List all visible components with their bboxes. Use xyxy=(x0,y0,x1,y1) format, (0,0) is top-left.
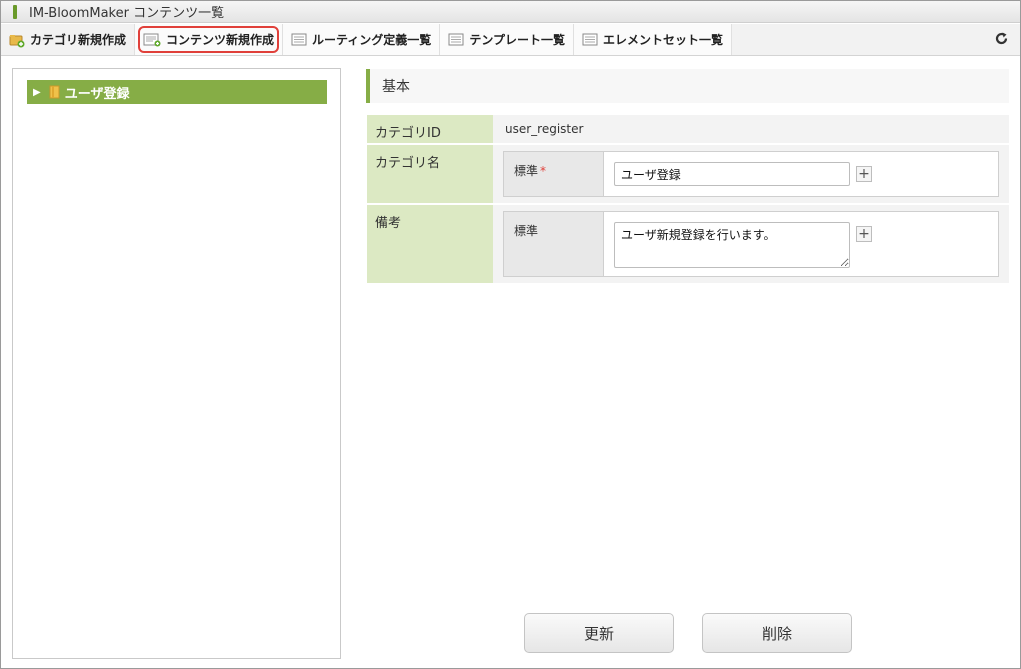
category-name-input[interactable] xyxy=(614,162,850,186)
create-content-button[interactable]: コンテンツ新規作成 xyxy=(135,24,284,55)
list-icon xyxy=(582,33,598,46)
add-locale-button[interactable]: + xyxy=(856,226,872,242)
locale-label: 標準 xyxy=(504,212,604,276)
list-icon xyxy=(448,33,464,46)
template-list-tab[interactable]: テンプレート一覧 xyxy=(440,24,574,55)
tree-node-user-register[interactable]: ▶ ユーザ登録 xyxy=(27,80,327,104)
category-name-cell: 標準* + xyxy=(493,145,1009,203)
element-set-list-label: エレメントセット一覧 xyxy=(602,33,723,47)
required-mark: * xyxy=(540,164,547,178)
category-name-locale-row: 標準* + xyxy=(503,151,999,197)
page-add-icon xyxy=(143,33,161,47)
create-content-label: コンテンツ新規作成 xyxy=(166,33,275,47)
add-locale-button[interactable]: + xyxy=(856,166,872,182)
category-form: カテゴリID user_register カテゴリ名 標準* + 備考 標準 xyxy=(367,115,1009,285)
expand-arrow-icon[interactable]: ▶ xyxy=(33,87,41,98)
create-category-button[interactable]: カテゴリ新規作成 xyxy=(1,24,136,55)
remarks-label: 備考 xyxy=(367,205,493,283)
refresh-icon xyxy=(995,30,1008,49)
title-bar: IM-BloomMaker コンテンツ一覧 xyxy=(1,1,1020,23)
create-category-label: カテゴリ新規作成 xyxy=(30,33,127,47)
title-marker-icon xyxy=(13,4,17,19)
remarks-cell: 標準 ユーザ新規登録を行います。 + xyxy=(493,205,1009,283)
app-window: IM-BloomMaker コンテンツ一覧 カテゴリ新規作成 コンテンツ新規作成… xyxy=(0,0,1021,669)
remarks-input-wrap: ユーザ新規登録を行います。 + xyxy=(604,212,998,276)
section-title: 基本 xyxy=(366,69,1009,103)
locale-label-text: 標準 xyxy=(514,164,539,178)
element-set-list-tab[interactable]: エレメントセット一覧 xyxy=(573,24,732,55)
category-id-label: カテゴリID xyxy=(367,115,493,143)
tree-node-label: ユーザ登録 xyxy=(64,86,130,102)
remarks-row: 備考 標準 ユーザ新規登録を行います。 + xyxy=(367,205,1009,285)
window-title: IM-BloomMaker コンテンツ一覧 xyxy=(29,6,225,21)
locale-label: 標準 * xyxy=(504,152,604,196)
category-name-label: カテゴリ名 xyxy=(367,145,493,203)
routing-list-label: ルーティング定義一覧 xyxy=(312,33,432,47)
category-name-row: カテゴリ名 標準* + xyxy=(367,145,1009,205)
category-name-input-wrap: + xyxy=(604,152,998,196)
list-icon xyxy=(291,33,307,46)
folder-add-icon xyxy=(9,32,25,48)
delete-button[interactable]: 削除 xyxy=(702,613,852,653)
remarks-locale-row: 標準 ユーザ新規登録を行います。 + xyxy=(503,211,999,277)
template-list-label: テンプレート一覧 xyxy=(469,33,565,47)
remarks-textarea[interactable]: ユーザ新規登録を行います。 xyxy=(614,222,850,268)
toolbar: カテゴリ新規作成 コンテンツ新規作成 ルーティング定義一覧 テンプレート一覧 エ… xyxy=(1,24,1020,56)
category-id-row: カテゴリID user_register xyxy=(367,115,1009,145)
refresh-button[interactable] xyxy=(983,24,1020,55)
folder-icon xyxy=(49,85,60,99)
category-tree-panel: ▶ ユーザ登録 xyxy=(12,68,341,659)
update-button[interactable]: 更新 xyxy=(524,613,674,653)
category-id-value: user_register xyxy=(493,115,1009,143)
routing-list-tab[interactable]: ルーティング定義一覧 xyxy=(283,24,441,55)
